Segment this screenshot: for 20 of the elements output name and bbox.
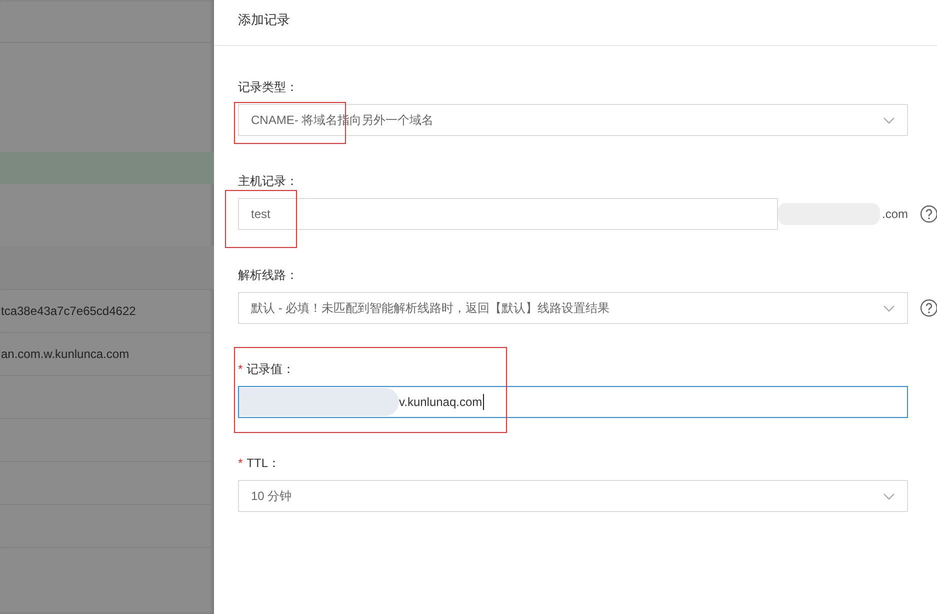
chevron-down-icon: [883, 304, 895, 312]
field-label-text: 记录值：: [246, 362, 295, 376]
required-mark: *: [238, 456, 243, 470]
required-mark: *: [238, 362, 243, 376]
select-field[interactable]: 默认 - 必填！未匹配到智能解析线路时，返回【默认】线路设置结果: [238, 292, 908, 324]
chevron-down-icon: [883, 116, 895, 124]
dialog-title: 添加记录: [214, 0, 937, 46]
help-icon[interactable]: [920, 299, 937, 317]
field-label-text: 主机记录：: [238, 174, 298, 188]
input-field[interactable]: test: [238, 198, 778, 230]
table-cell: tca38e43a7c7e65cd4622: [1, 304, 136, 318]
field-label-text: 解析线路：: [238, 268, 298, 282]
field-label-text: TTL：: [246, 456, 280, 470]
help-icon[interactable]: [920, 205, 937, 223]
field-label-text: 记录类型：: [238, 80, 298, 94]
chevron-down-icon: [883, 492, 895, 500]
select-field[interactable]: 10 分钟: [238, 480, 908, 512]
input-field[interactable]: v.kunlunaq.com: [238, 386, 908, 418]
domain-suffix: .com: [882, 207, 908, 221]
table-cell: an.com.w.kunlunca.com: [1, 347, 130, 361]
